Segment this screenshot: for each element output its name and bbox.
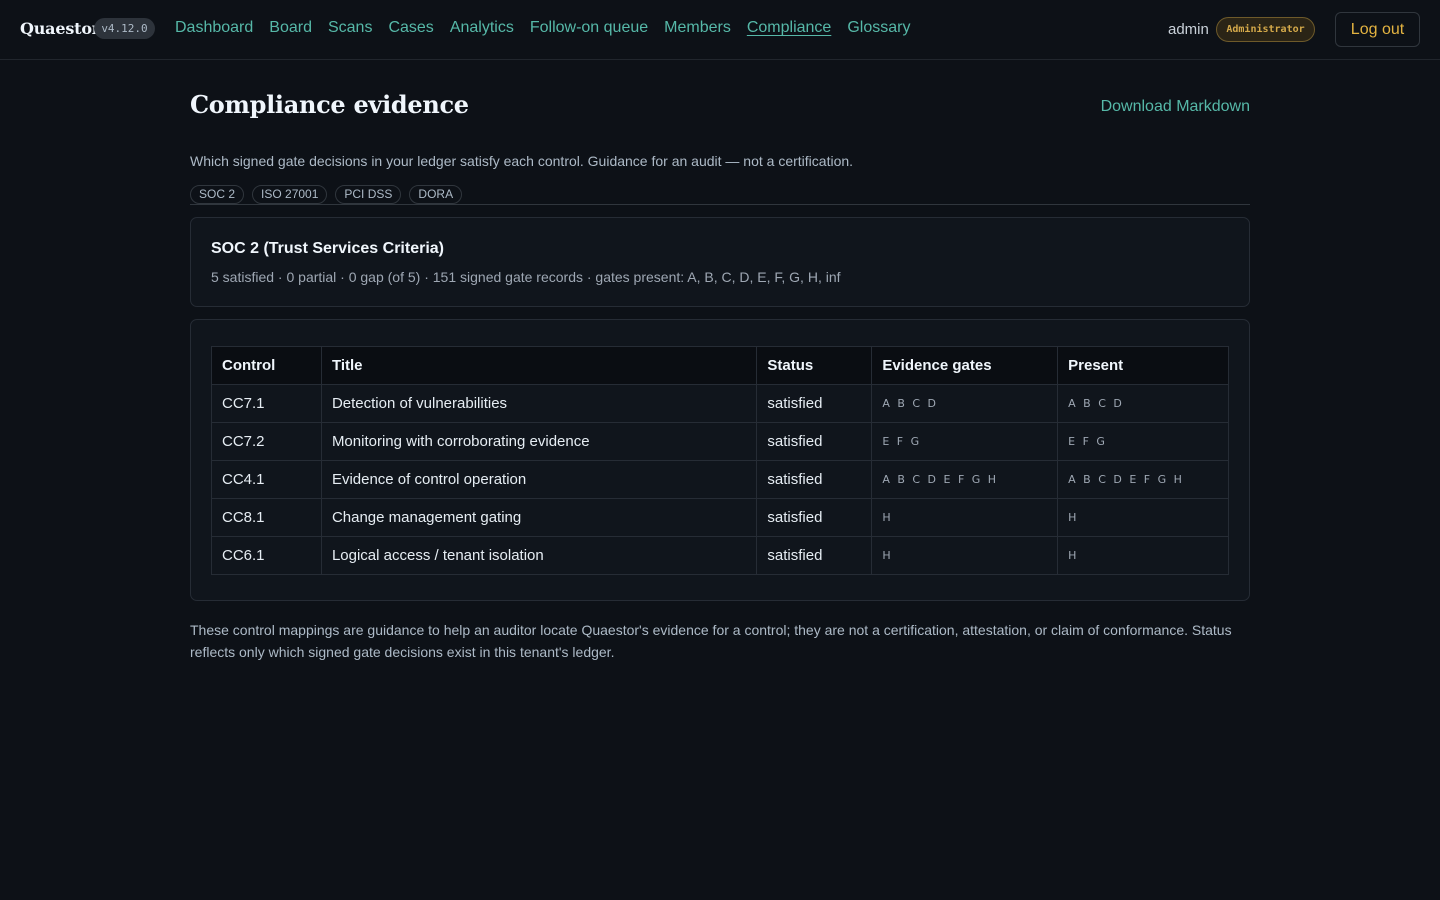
column-header-evidence-gates: Evidence gates — [871, 346, 1059, 385]
main-nav: Dashboard Board Scans Cases Analytics Fo… — [175, 19, 910, 37]
control-status: satisfied — [756, 384, 873, 423]
control-title: Change management gating — [320, 498, 758, 537]
present-gates: A B C D E F G H — [1057, 460, 1229, 499]
control-id: CC6.1 — [211, 536, 322, 575]
column-header-status: Status — [756, 346, 873, 385]
role-badge: Administrator — [1216, 17, 1315, 42]
top-nav-bar: Quaestor v4.12.0 Dashboard Board Scans C… — [0, 0, 1440, 60]
tab-iso27001[interactable]: ISO 27001 — [252, 185, 328, 204]
nav-scans[interactable]: Scans — [328, 19, 372, 37]
table-row: CC8.1 Change management gating satisfied… — [211, 498, 1229, 537]
control-title: Detection of vulnerabilities — [320, 384, 758, 423]
column-header-title: Title — [320, 346, 758, 385]
present-gates: H — [1057, 536, 1229, 575]
nav-compliance[interactable]: Compliance — [747, 19, 831, 37]
nav-cases[interactable]: Cases — [388, 19, 433, 37]
page-title: Compliance evidence — [190, 90, 469, 119]
tab-pci-dss[interactable]: PCI DSS — [335, 185, 402, 204]
nav-members[interactable]: Members — [664, 19, 731, 37]
framework-tabs: SOC 2 ISO 27001 PCI DSS DORA — [190, 185, 1250, 205]
control-title: Logical access / tenant isolation — [320, 536, 758, 575]
table-row: CC7.1 Detection of vulnerabilities satis… — [211, 384, 1229, 423]
control-title: Monitoring with corroborating evidence — [320, 422, 758, 461]
nav-analytics[interactable]: Analytics — [450, 19, 514, 37]
control-title: Evidence of control operation — [320, 460, 758, 499]
table-header-row: Control Title Status Evidence gates Pres… — [211, 346, 1229, 385]
table-row: CC6.1 Logical access / tenant isolation … — [211, 536, 1229, 575]
control-id: CC8.1 — [211, 498, 322, 537]
framework-summary-card: SOC 2 (Trust Services Criteria) 5 satisf… — [190, 217, 1250, 307]
nav-board[interactable]: Board — [269, 19, 312, 37]
control-id: CC7.1 — [211, 384, 322, 423]
controls-table: Control Title Status Evidence gates Pres… — [211, 346, 1229, 575]
tab-soc2[interactable]: SOC 2 — [190, 185, 245, 204]
table-row: CC7.2 Monitoring with corroborating evid… — [211, 422, 1229, 461]
control-id: CC4.1 — [211, 460, 322, 499]
control-id: CC7.2 — [211, 422, 322, 461]
evidence-gates: A B C D E F G H — [871, 460, 1059, 499]
present-gates: H — [1057, 498, 1229, 537]
present-gates: A B C D — [1057, 384, 1229, 423]
current-user: admin — [1168, 21, 1209, 38]
evidence-gates: H — [871, 498, 1059, 537]
evidence-gates: E F G — [871, 422, 1059, 461]
present-gates: E F G — [1057, 422, 1229, 461]
evidence-gates: H — [871, 536, 1059, 575]
nav-follow-on-queue[interactable]: Follow-on queue — [530, 19, 648, 37]
framework-summary-stats: 5 satisfied · 0 partial · 0 gap (of 5) ·… — [211, 269, 841, 285]
nav-dashboard[interactable]: Dashboard — [175, 19, 253, 37]
framework-title: SOC 2 (Trust Services Criteria) — [211, 240, 444, 257]
logout-button[interactable]: Log out — [1335, 12, 1420, 47]
version-badge: v4.12.0 — [94, 18, 155, 39]
table-row: CC4.1 Evidence of control operation sati… — [211, 460, 1229, 499]
control-status: satisfied — [756, 498, 873, 537]
column-header-present: Present — [1057, 346, 1229, 385]
nav-glossary[interactable]: Glossary — [847, 19, 910, 37]
brand-logo[interactable]: Quaestor — [20, 19, 100, 38]
compliance-disclaimer: These control mappings are guidance to h… — [190, 622, 1232, 660]
control-status: satisfied — [756, 422, 873, 461]
control-status: satisfied — [756, 460, 873, 499]
control-status: satisfied — [756, 536, 873, 575]
column-header-control: Control — [211, 346, 322, 385]
download-markdown-link[interactable]: Download Markdown — [1101, 98, 1250, 116]
tab-dora[interactable]: DORA — [409, 185, 463, 204]
page-subtitle: Which signed gate decisions in your ledg… — [190, 153, 854, 169]
controls-table-card: Control Title Status Evidence gates Pres… — [190, 319, 1250, 601]
evidence-gates: A B C D — [871, 384, 1059, 423]
